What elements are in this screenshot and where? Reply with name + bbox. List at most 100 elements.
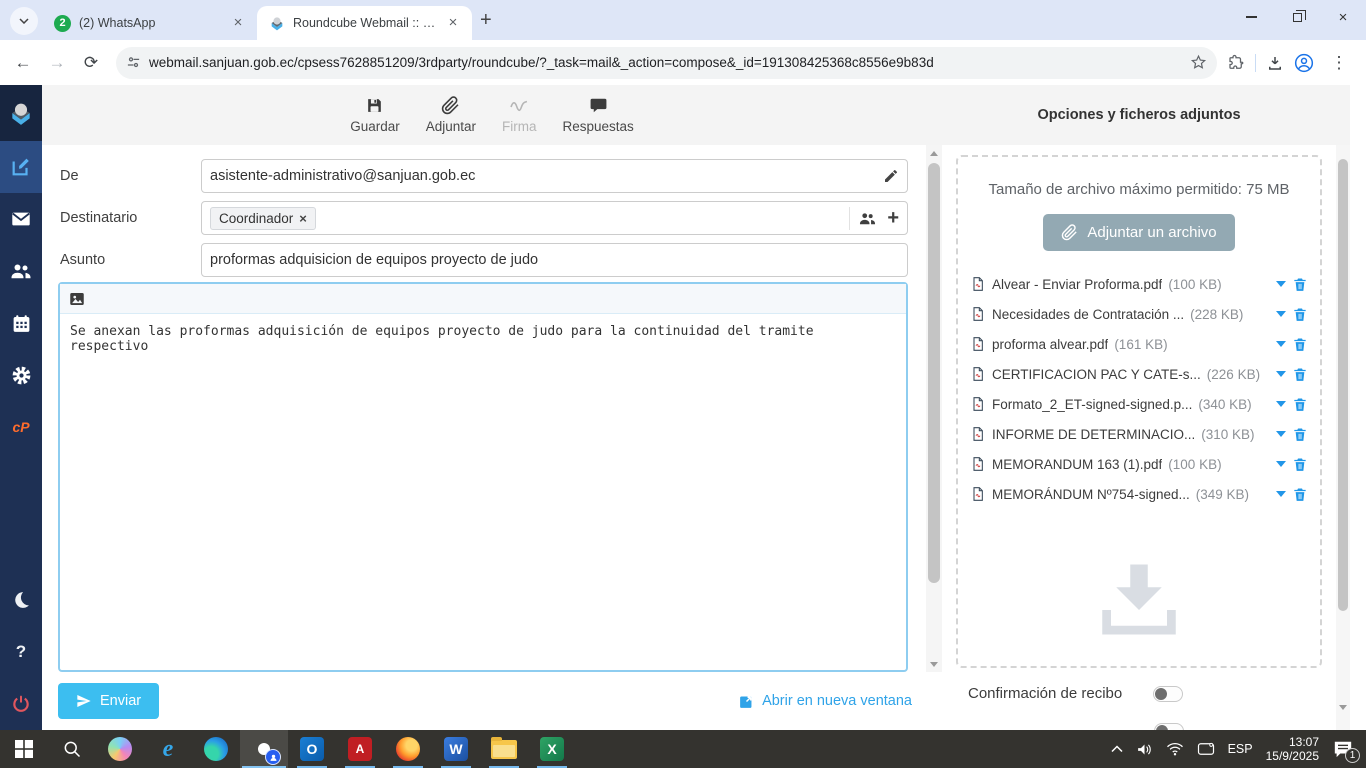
send-button[interactable]: Enviar [58, 683, 160, 719]
add-recipient-icon[interactable]: + [887, 207, 899, 230]
taskbar-ie-button[interactable]: e [144, 730, 192, 768]
attach-button[interactable]: Adjuntar [426, 96, 476, 134]
taskbar-chrome-button[interactable] [240, 730, 288, 768]
attachment-menu-icon[interactable] [1276, 341, 1286, 347]
tab-close-icon[interactable]: × [229, 14, 247, 32]
receipt-toggle[interactable] [1153, 685, 1183, 702]
taskbar-search-button[interactable] [48, 730, 96, 768]
window-restore-button[interactable] [1274, 0, 1320, 34]
sidebar-item-help[interactable]: ? [0, 626, 42, 678]
subject-field[interactable] [201, 243, 908, 277]
delivery-status-toggle[interactable] [1154, 723, 1184, 730]
remove-recipient-icon[interactable]: × [299, 211, 307, 226]
attachment-row[interactable]: CERTIFICACION PAC Y CATE-s... (226 KB) [970, 359, 1308, 389]
attachment-name[interactable]: proforma alvear.pdf [992, 337, 1108, 352]
sidebar-item-compose[interactable] [0, 141, 42, 193]
start-button[interactable] [0, 730, 48, 768]
to-field[interactable]: Coordinador × + [201, 201, 908, 235]
attachment-row[interactable]: Formato_2_ET-signed-signed.p... (340 KB) [970, 389, 1308, 419]
bookmark-star-icon[interactable] [1190, 54, 1207, 71]
sidebar-item-settings[interactable] [0, 349, 42, 401]
forward-button[interactable]: → [42, 48, 72, 78]
virtual-desktop-icon[interactable] [1197, 742, 1215, 756]
roundcube-logo[interactable] [0, 85, 42, 141]
delete-attachment-icon[interactable] [1292, 336, 1308, 353]
taskbar-word-button[interactable]: W [432, 730, 480, 768]
delete-attachment-icon[interactable] [1292, 456, 1308, 473]
attachment-menu-icon[interactable] [1276, 401, 1286, 407]
attachment-name[interactable]: Alvear - Enviar Proforma.pdf [992, 277, 1162, 292]
subject-input[interactable] [210, 252, 899, 268]
scroll-down-arrow[interactable] [926, 656, 942, 672]
site-settings-icon[interactable] [126, 55, 141, 70]
taskbar-excel-button[interactable]: X [528, 730, 576, 768]
recipient-chip[interactable]: Coordinador × [210, 206, 316, 230]
attachment-menu-icon[interactable] [1276, 311, 1286, 317]
attachment-row[interactable]: MEMORÁNDUM Nº754-signed... (349 KB) [970, 479, 1308, 509]
sidebar-item-dark-mode[interactable] [0, 574, 42, 626]
scrollbar-thumb[interactable] [928, 163, 940, 583]
attachment-name[interactable]: Necesidades de Contratación ... [992, 307, 1184, 322]
notification-center-button[interactable]: 1 [1332, 739, 1360, 763]
sidebar-item-calendar[interactable] [0, 297, 42, 349]
tab-search-chevron[interactable] [10, 7, 38, 35]
attachment-menu-icon[interactable] [1276, 431, 1286, 437]
attachment-row[interactable]: Alvear - Enviar Proforma.pdf (100 KB) [970, 269, 1308, 299]
taskbar-explorer-button[interactable] [480, 730, 528, 768]
insert-image-icon[interactable] [68, 290, 86, 308]
attachment-menu-icon[interactable] [1276, 281, 1286, 287]
signature-button[interactable]: Firma [502, 96, 537, 134]
scroll-down-arrow[interactable] [1339, 705, 1347, 728]
panel-scrollbar[interactable] [1336, 85, 1350, 730]
back-button[interactable]: ← [8, 48, 38, 78]
sidebar-item-cpanel[interactable]: cP [0, 401, 42, 453]
delete-attachment-icon[interactable] [1292, 276, 1308, 293]
attachment-menu-icon[interactable] [1276, 461, 1286, 467]
delete-attachment-icon[interactable] [1292, 366, 1308, 383]
taskbar-acrobat-button[interactable]: A [336, 730, 384, 768]
delete-attachment-icon[interactable] [1292, 426, 1308, 443]
attachment-name[interactable]: Formato_2_ET-signed-signed.p... [992, 397, 1192, 412]
message-editor[interactable]: Se anexan las proformas adquisición de e… [58, 282, 908, 672]
tray-chevron-up-icon[interactable] [1111, 745, 1123, 753]
attachment-row[interactable]: MEMORANDUM 163 (1).pdf (100 KB) [970, 449, 1308, 479]
message-body[interactable]: Se anexan las proformas adquisición de e… [60, 314, 906, 670]
wifi-icon[interactable] [1166, 742, 1184, 756]
attachment-name[interactable]: MEMORÁNDUM Nº754-signed... [992, 487, 1190, 502]
tab-close-icon[interactable]: × [444, 14, 462, 32]
open-new-window-link[interactable]: Abrir en nueva ventana [738, 693, 912, 710]
tab-whatsapp[interactable]: 2 (2) WhatsApp × [42, 6, 257, 40]
delete-attachment-icon[interactable] [1292, 396, 1308, 413]
responses-button[interactable]: Respuestas [563, 96, 634, 134]
attachment-drop-zone[interactable]: Tamaño de archivo máximo permitido: 75 M… [956, 155, 1322, 668]
extensions-icon[interactable] [1227, 54, 1245, 72]
reload-button[interactable]: ⟳ [76, 48, 106, 78]
address-book-icon[interactable] [858, 209, 877, 228]
attachment-name[interactable]: MEMORANDUM 163 (1).pdf [992, 457, 1162, 472]
taskbar-edge-button[interactable] [192, 730, 240, 768]
attach-file-button[interactable]: Adjuntar un archivo [1043, 214, 1235, 251]
from-input[interactable] [210, 168, 883, 184]
scrollbar-thumb[interactable] [1338, 159, 1348, 611]
url-text[interactable]: webmail.sanjuan.gob.ec/cpsess7628851209/… [149, 55, 1182, 70]
sidebar-item-contacts[interactable] [0, 245, 42, 297]
attachment-menu-icon[interactable] [1276, 371, 1286, 377]
scroll-up-arrow[interactable] [926, 145, 942, 161]
attachment-row[interactable]: INFORME DE DETERMINACIO... (310 KB) [970, 419, 1308, 449]
attachment-name[interactable]: INFORME DE DETERMINACIO... [992, 427, 1195, 442]
scrollbar-track[interactable] [1336, 145, 1350, 730]
downloads-icon[interactable] [1266, 54, 1284, 72]
language-indicator[interactable]: ESP [1228, 742, 1253, 756]
attachment-menu-icon[interactable] [1276, 491, 1286, 497]
volume-icon[interactable] [1136, 742, 1153, 757]
taskbar-clock[interactable]: 13:07 15/9/2025 [1266, 735, 1319, 763]
delete-attachment-icon[interactable] [1292, 306, 1308, 323]
compose-scrollbar[interactable] [926, 145, 942, 672]
sidebar-item-logout[interactable] [0, 678, 42, 730]
taskbar-copilot-button[interactable] [96, 730, 144, 768]
taskbar-outlook-button[interactable]: O [288, 730, 336, 768]
from-field[interactable] [201, 159, 908, 193]
edit-from-icon[interactable] [883, 168, 899, 184]
attachment-name[interactable]: CERTIFICACION PAC Y CATE-s... [992, 367, 1201, 382]
save-button[interactable]: Guardar [350, 96, 400, 134]
